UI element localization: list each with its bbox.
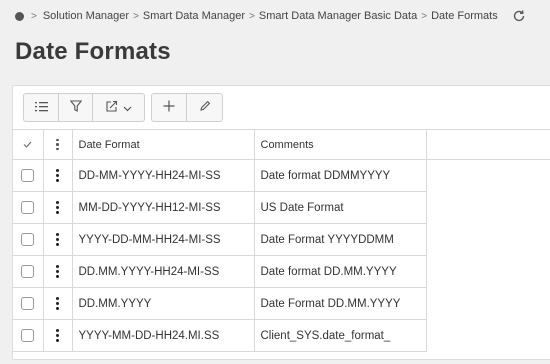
breadcrumb-item-solution-manager[interactable]: Solution Manager <box>43 10 129 22</box>
comments-cell[interactable]: Date format DDMMYYYY <box>254 159 427 192</box>
select-all-checkmark[interactable] <box>13 129 44 160</box>
column-header-comments[interactable]: Comments <box>254 129 427 160</box>
kebab-menu-icon <box>56 265 59 278</box>
toolbar-group-edit <box>151 93 223 122</box>
row-filler <box>426 320 550 352</box>
date-format-cell[interactable]: DD.MM.YYYY-HH24-MI-SS <box>72 255 255 288</box>
row-menu-button[interactable] <box>43 191 73 224</box>
filter-button[interactable] <box>59 94 93 121</box>
kebab-menu-icon <box>56 169 59 182</box>
comments-cell[interactable]: Date Format YYYYDDMM <box>254 223 427 256</box>
add-button[interactable] <box>152 94 187 121</box>
page-title: Date Formats <box>15 38 171 65</box>
row-select-cell[interactable] <box>13 191 44 224</box>
table-row[interactable]: DD-MM-YYYY-HH24-MI-SS Date format DDMMYY… <box>13 159 550 192</box>
breadcrumb-item-date-formats: Date Formats <box>431 10 498 22</box>
edit-icon <box>199 99 211 117</box>
add-icon <box>163 99 175 117</box>
row-menu-button[interactable] <box>43 223 73 256</box>
breadcrumb-item-smart-data-manager[interactable]: Smart Data Manager <box>143 10 245 22</box>
toolbar-group-view <box>23 93 145 122</box>
export-button[interactable] <box>93 94 144 121</box>
breadcrumb-item-basic-data[interactable]: Smart Data Manager Basic Data <box>259 10 417 22</box>
row-checkbox[interactable] <box>21 233 35 246</box>
kebab-menu-icon <box>56 138 59 151</box>
table-row[interactable]: MM-DD-YYYY-HH12-MI-SS US Date Format <box>13 191 550 224</box>
row-filler <box>426 160 550 192</box>
row-checkbox[interactable] <box>21 169 35 182</box>
row-menu-button[interactable] <box>43 159 73 192</box>
row-select-cell[interactable] <box>13 159 44 192</box>
table-row[interactable]: YYYY-MM-DD-HH24.MI.SS Client_SYS.date_fo… <box>13 319 550 352</box>
home-dot-icon[interactable] <box>15 11 24 21</box>
chevron-down-icon <box>123 99 132 117</box>
row-checkbox[interactable] <box>21 329 35 342</box>
chevron-right-icon: > <box>31 10 37 22</box>
header-menu-button[interactable] <box>43 129 73 160</box>
row-checkbox[interactable] <box>21 297 35 310</box>
table-row[interactable]: YYYY-DD-MM-HH24-MI-SS Date Format YYYYDD… <box>13 223 550 256</box>
table-row[interactable]: DD.MM.YYYY-HH24-MI-SS Date format DD.MM.… <box>13 255 550 288</box>
kebab-menu-icon <box>56 297 59 310</box>
kebab-menu-icon <box>56 233 59 246</box>
column-header-filler <box>426 129 550 160</box>
comments-cell[interactable]: Date format DD.MM.YYYY <box>254 255 427 288</box>
date-format-cell[interactable]: DD-MM-YYYY-HH24-MI-SS <box>72 159 255 192</box>
chevron-right-icon: > <box>249 10 255 22</box>
table-panel: Date Format Comments DD-MM-YYYY-HH24-MI-… <box>12 85 550 360</box>
row-menu-button[interactable] <box>43 287 73 320</box>
breadcrumb: > Solution Manager > Smart Data Manager … <box>0 0 550 32</box>
list-icon <box>34 99 48 117</box>
row-filler <box>426 288 550 320</box>
row-menu-button[interactable] <box>43 319 73 352</box>
chevron-right-icon: > <box>133 10 139 22</box>
filter-icon <box>69 99 82 117</box>
row-checkbox[interactable] <box>21 265 35 278</box>
checkmark-icon <box>23 139 32 151</box>
row-checkbox[interactable] <box>21 201 35 214</box>
row-select-cell[interactable] <box>13 319 44 352</box>
toolbar <box>23 93 223 122</box>
kebab-menu-icon <box>56 201 59 214</box>
date-format-cell[interactable]: DD.MM.YYYY <box>72 287 255 320</box>
date-formats-table: Date Format Comments DD-MM-YYYY-HH24-MI-… <box>13 129 550 352</box>
column-header-date-format[interactable]: Date Format <box>72 129 255 160</box>
date-format-cell[interactable]: MM-DD-YYYY-HH12-MI-SS <box>72 191 255 224</box>
table-header-row: Date Format Comments <box>13 129 550 160</box>
row-filler <box>426 192 550 224</box>
comments-cell[interactable]: US Date Format <box>254 191 427 224</box>
kebab-menu-icon <box>56 329 59 342</box>
row-select-cell[interactable] <box>13 255 44 288</box>
list-view-button[interactable] <box>24 94 59 121</box>
row-filler <box>426 224 550 256</box>
chevron-right-icon: > <box>421 10 428 22</box>
refresh-icon[interactable] <box>512 9 526 23</box>
comments-cell[interactable]: Client_SYS.date_format_ <box>254 319 427 352</box>
row-filler <box>426 256 550 288</box>
date-format-cell[interactable]: YYYY-DD-MM-HH24-MI-SS <box>72 223 255 256</box>
date-format-cell[interactable]: YYYY-MM-DD-HH24.MI.SS <box>72 319 255 352</box>
comments-cell[interactable]: Date Format DD.MM.YYYY <box>254 287 427 320</box>
export-icon <box>105 99 118 117</box>
row-select-cell[interactable] <box>13 287 44 320</box>
row-menu-button[interactable] <box>43 255 73 288</box>
row-select-cell[interactable] <box>13 223 44 256</box>
table-row[interactable]: DD.MM.YYYY Date Format DD.MM.YYYY <box>13 287 550 320</box>
edit-button[interactable] <box>187 94 222 121</box>
